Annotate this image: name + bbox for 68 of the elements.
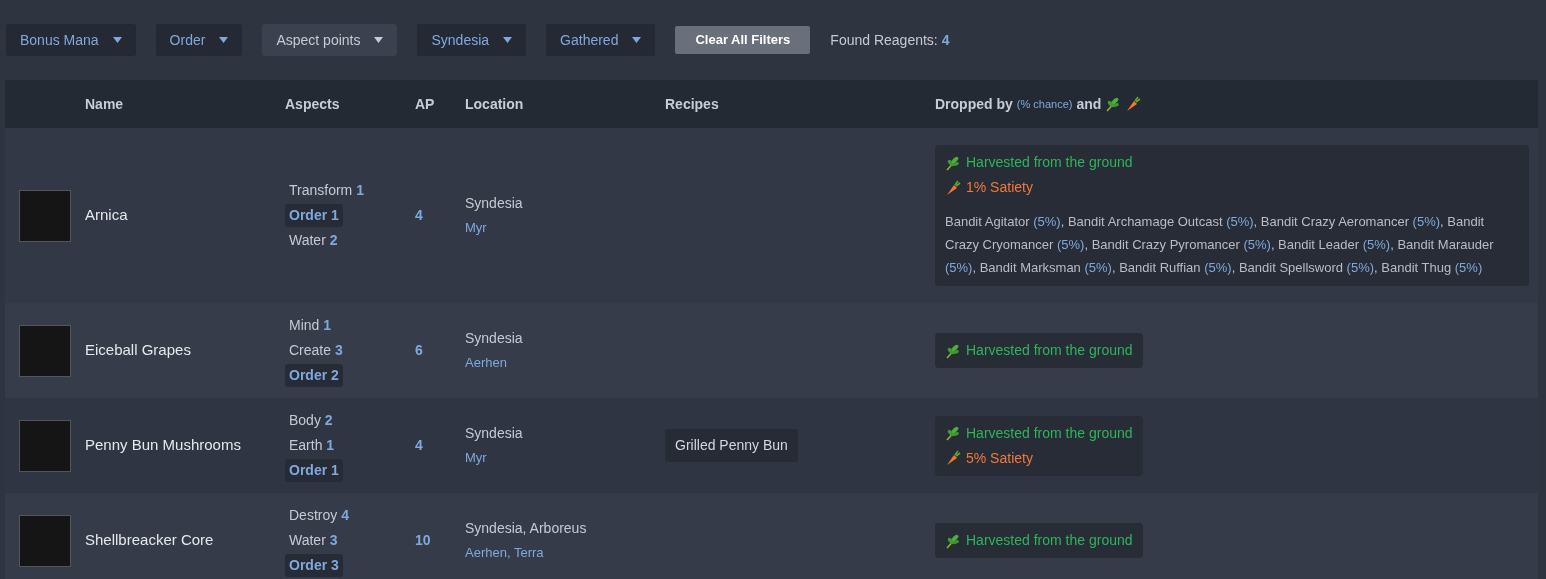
dropdown-caret-icon — [374, 37, 384, 43]
carrot-icon — [945, 450, 961, 466]
location-region: Syndesia, Arboreus — [465, 519, 588, 539]
leaf-icon — [945, 425, 961, 441]
recipe-tag[interactable]: Grilled Penny Bun — [665, 429, 798, 462]
location-place: Myr — [465, 449, 488, 468]
filter-dropdown[interactable]: Bonus Mana — [6, 24, 136, 56]
satiety-text: 5% Satiety — [966, 448, 1033, 468]
location-place: Aerhen — [465, 354, 508, 373]
thumbnail-placeholder — [19, 419, 71, 472]
thumbnail-placeholder — [19, 324, 71, 377]
location-place: Aerhen, Terra — [465, 544, 545, 563]
filter-dropdown[interactable]: Syndesia — [417, 24, 527, 56]
column-header: AP — [415, 94, 436, 114]
location-place: Myr — [465, 219, 488, 238]
aspect-label: Water 3 — [288, 531, 339, 550]
found-count-text: Found Reagents: 4 — [830, 30, 950, 50]
carrot-icon — [945, 179, 961, 196]
reagent-name: Eiceball Grapes — [85, 340, 192, 361]
reagent-name: Arnica — [85, 205, 129, 226]
harvest-text: Harvested from the ground — [966, 341, 1133, 360]
thumbnail-placeholder — [19, 514, 71, 567]
column-header: Recipes — [665, 94, 720, 114]
ap-value: 4 — [415, 436, 424, 455]
aspect-label: Order 3 — [285, 554, 343, 577]
column-header: and — [1076, 94, 1102, 114]
aspect-label: Order 1 — [285, 204, 343, 227]
dropdown-caret-icon — [219, 37, 229, 43]
dropdown-caret-icon — [503, 37, 513, 43]
leaf-icon — [945, 532, 961, 549]
aspect-label: Earth 1 — [288, 436, 336, 455]
aspect-label: Transform 1 — [288, 181, 365, 200]
harvest-text: Harvested from the ground — [966, 531, 1133, 550]
filter-dropdown[interactable]: Aspect points — [262, 24, 398, 56]
leaf-icon — [945, 154, 961, 171]
aspect-label: Order 1 — [285, 459, 343, 482]
column-header: Location — [465, 94, 525, 114]
aspect-label: Order 2 — [285, 364, 343, 387]
aspect-label: Body 2 — [288, 411, 334, 430]
harvest-text: Harvested from the ground — [966, 423, 1133, 443]
ap-value: 6 — [415, 341, 424, 360]
aspect-label: Destroy 4 — [288, 506, 350, 525]
thumbnail-placeholder — [19, 189, 71, 242]
harvest-text: Harvested from the ground — [966, 153, 1133, 172]
filter-dropdown[interactable]: Order — [155, 24, 243, 56]
dropdown-caret-icon — [632, 37, 642, 43]
location-region: Syndesia — [465, 329, 524, 349]
clear-filters-button[interactable]: Clear All Filters — [675, 26, 811, 54]
aspect-label: Mind 1 — [288, 316, 333, 335]
dropped-by-list: Bandit Agitator (5%), Bandit Archamage Outcast (5%), Bandit Crazy Aeromancer (5%), Bandit Crazy Cryomancer (5%), Bandit Crazy Pyromancer (5%), Bandit Leader (5%), Bandit Marauder (5%), Bandit Marksman (5%), Bandit Ruffian (5%), Bandit Spellsword (5%), Bandit Thug (5%) — [945, 210, 1519, 279]
column-header: Name — [85, 94, 125, 114]
leaf-icon — [945, 342, 961, 359]
column-header: Dropped by — [935, 94, 1013, 114]
dropdown-caret-icon — [112, 37, 122, 43]
location-region: Syndesia — [465, 424, 524, 444]
column-header: Aspects — [285, 94, 341, 114]
chance-hint: (% chance) — [1016, 96, 1073, 112]
carrot-icon — [1125, 96, 1142, 112]
aspect-label: Water 2 — [288, 231, 339, 250]
ap-value: 10 — [415, 531, 432, 550]
reagent-name: Shellbreacker Core — [85, 530, 215, 551]
aspect-label: Create 3 — [288, 341, 344, 360]
reagent-name: Penny Bun Mushrooms — [85, 435, 242, 456]
location-region: Syndesia — [465, 194, 524, 214]
ap-value: 4 — [415, 206, 424, 225]
satiety-text: 1% Satiety — [966, 178, 1033, 197]
filter-dropdown[interactable]: Gathered — [546, 24, 656, 56]
leaf-icon — [1105, 96, 1122, 112]
